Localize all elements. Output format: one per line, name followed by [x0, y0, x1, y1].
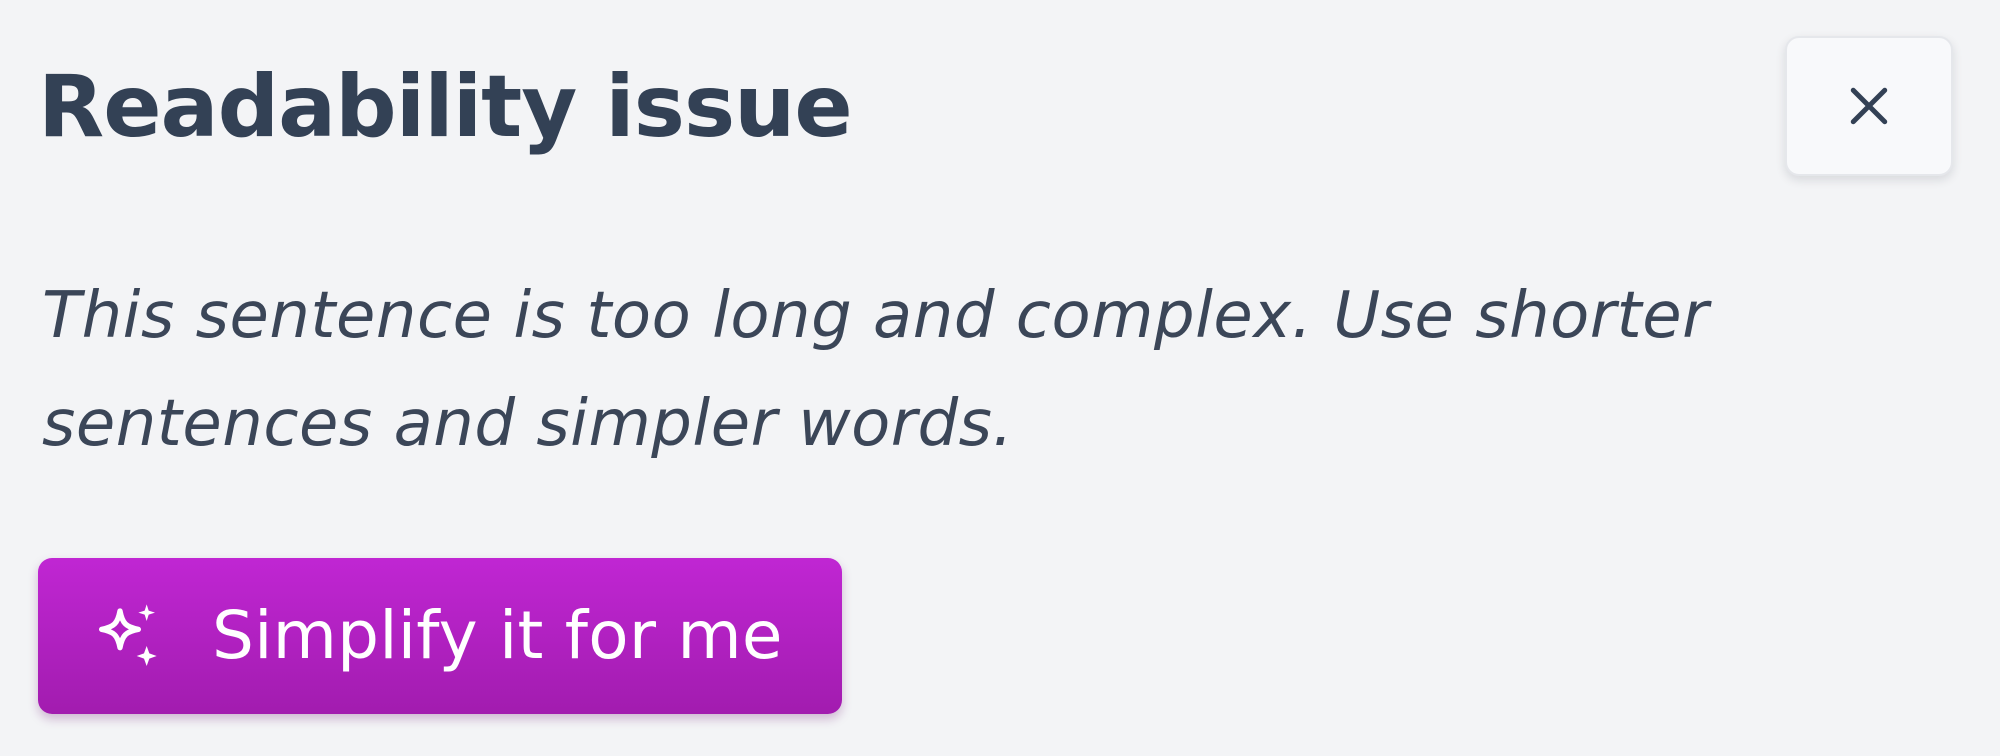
close-button[interactable] — [1785, 36, 1953, 176]
close-icon — [1850, 87, 1888, 125]
readability-issue-panel: Readability issue This sentence is too l… — [0, 0, 2000, 756]
panel-title: Readability issue — [38, 57, 853, 157]
simplify-button[interactable]: Simplify it for me — [38, 558, 842, 714]
simplify-button-label: Simplify it for me — [212, 597, 783, 674]
sparkles-icon — [99, 604, 157, 666]
issue-message: This sentence is too long and complex. U… — [42, 279, 1709, 461]
